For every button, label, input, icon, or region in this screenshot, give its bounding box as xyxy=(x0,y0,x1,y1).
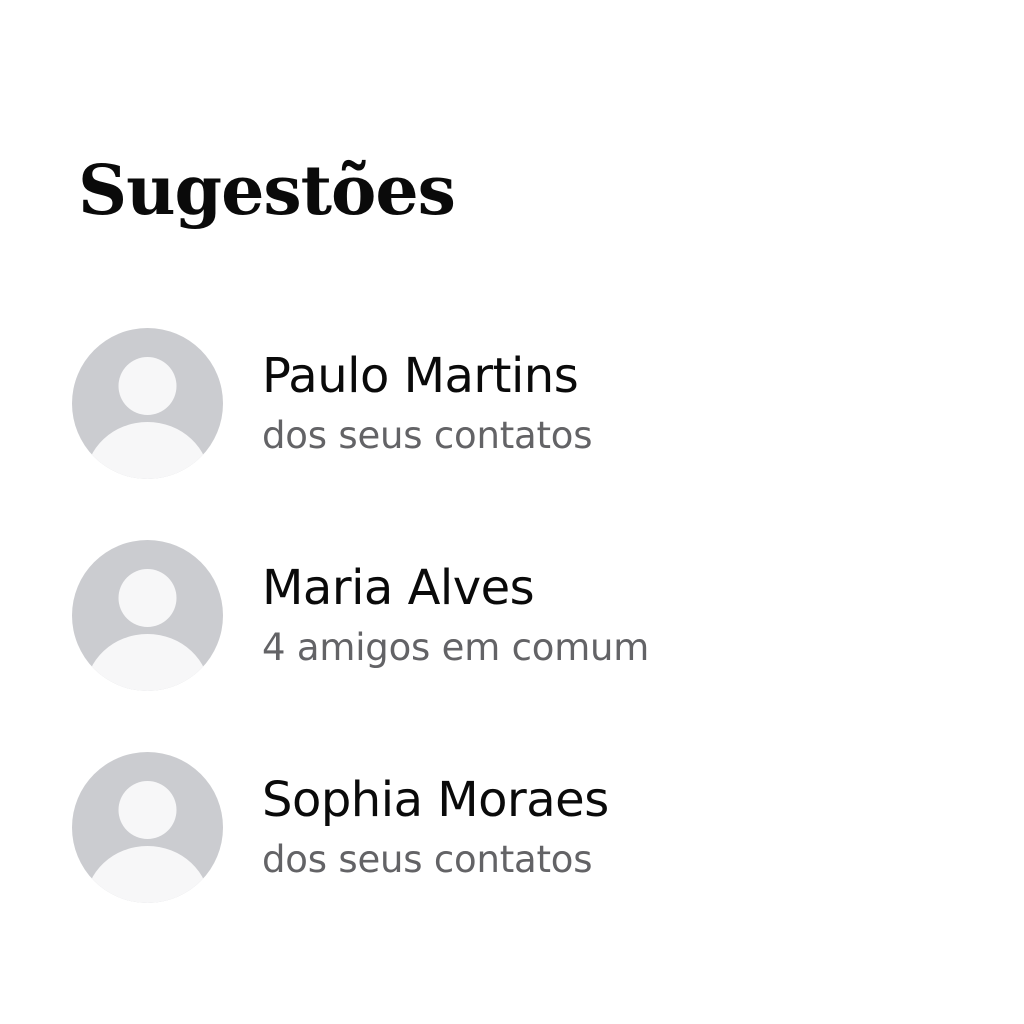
contact-name: Paulo Martins xyxy=(262,348,579,404)
suggestion-text: Sophia Moraes dos seus contatos xyxy=(262,768,902,886)
contact-subtitle: 4 amigos em comum xyxy=(262,626,650,669)
person-placeholder-icon xyxy=(72,752,223,903)
suggestion-list: Paulo Martins dos seus contatos Maria Al… xyxy=(72,328,952,964)
avatar[interactable] xyxy=(72,540,223,691)
contact-name: Sophia Moraes xyxy=(262,772,609,828)
contact-subtitle: dos seus contatos xyxy=(262,414,593,457)
suggestion-text: Paulo Martins dos seus contatos xyxy=(262,344,902,462)
suggestion-item-paulo-martins[interactable]: Paulo Martins dos seus contatos xyxy=(72,328,952,479)
person-placeholder-icon xyxy=(72,540,223,691)
person-placeholder-icon xyxy=(72,328,223,479)
avatar[interactable] xyxy=(72,752,223,903)
page-title: Sugestões xyxy=(78,151,456,231)
suggestion-item-maria-alves[interactable]: Maria Alves 4 amigos em comum xyxy=(72,540,952,691)
suggestion-item-sophia-moraes[interactable]: Sophia Moraes dos seus contatos xyxy=(72,752,952,903)
suggestion-text: Maria Alves 4 amigos em comum xyxy=(262,556,902,674)
contact-subtitle: dos seus contatos xyxy=(262,838,593,881)
avatar[interactable] xyxy=(72,328,223,479)
contact-name: Maria Alves xyxy=(262,560,535,616)
